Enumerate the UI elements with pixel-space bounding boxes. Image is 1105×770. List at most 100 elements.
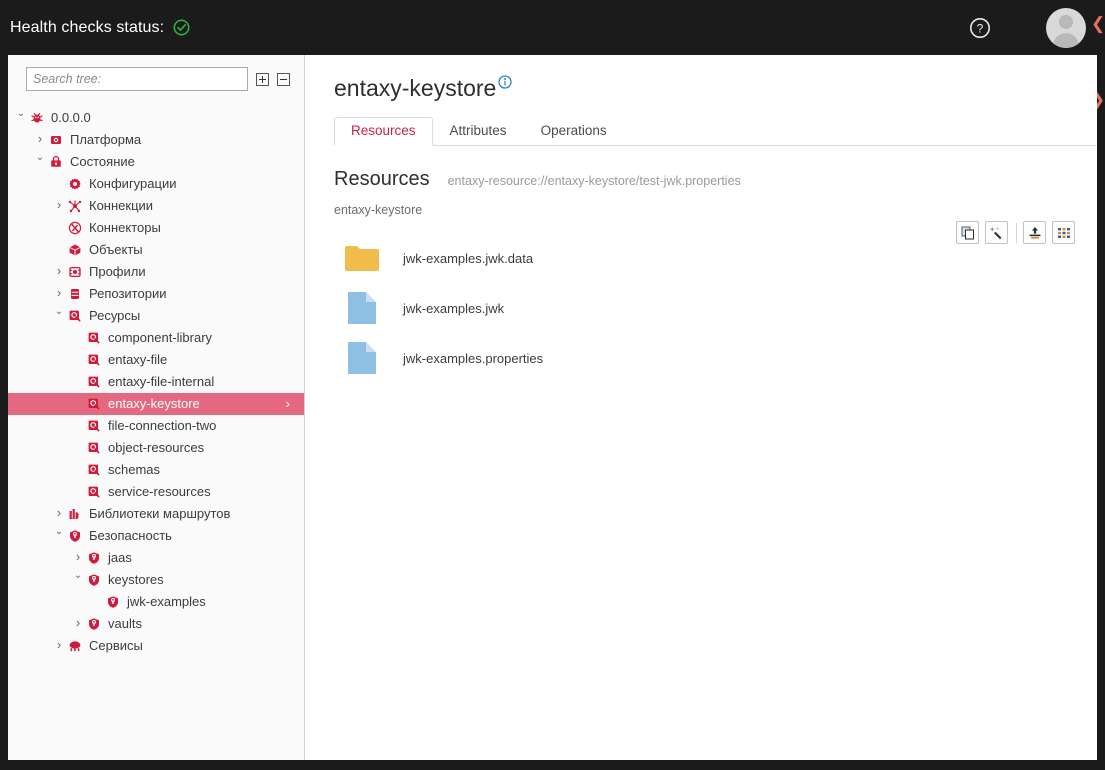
tree-item-репозитории[interactable]: Репозитории	[8, 283, 304, 305]
tree-item-библиотеки-маршрутов[interactable]: Библиотеки маршрутов	[8, 503, 304, 525]
tree-item-label: jaas	[108, 547, 132, 569]
chevron-right-icon[interactable]	[52, 282, 66, 306]
folder-icon	[342, 243, 382, 273]
tab-resources[interactable]: Resources	[334, 117, 433, 146]
tree-item-label: Коннекции	[89, 195, 153, 217]
copy-button[interactable]	[956, 221, 979, 244]
main-content: entaxy-keystore ResourcesAttributesOpera…	[306, 55, 1097, 760]
tree-item-expand-chevron-icon[interactable]: ›	[286, 393, 290, 415]
question-circle-icon[interactable]: ?	[969, 17, 991, 39]
avatar[interactable]	[1046, 8, 1086, 48]
search-row	[8, 55, 304, 91]
tree-item-сервисы[interactable]: Сервисы	[8, 635, 304, 657]
grid-view-button[interactable]	[1052, 221, 1075, 244]
tab-attributes[interactable]: Attributes	[433, 117, 524, 146]
resource-icon	[85, 375, 103, 389]
tree-item-профили[interactable]: Профили	[8, 261, 304, 283]
gear-icon	[66, 177, 84, 191]
chevron-right-icon[interactable]	[52, 260, 66, 284]
chevron-down-icon[interactable]	[52, 305, 66, 327]
tree-item-label: Состояние	[70, 151, 135, 173]
tree-item-label: Объекты	[89, 239, 143, 261]
tree-item-label: file-connection-two	[108, 415, 216, 437]
tree-item-label: service-resources	[108, 481, 211, 503]
sidebar: 0.0.0.0ПлатформаСостояниеКонфигурацииКон…	[8, 55, 305, 760]
tree-item-конфигурации[interactable]: Конфигурации	[8, 173, 304, 195]
file-icon	[342, 290, 382, 326]
tab-operations[interactable]: Operations	[524, 117, 624, 146]
chevron-right-icon[interactable]	[52, 634, 66, 658]
expand-all-button[interactable]	[256, 73, 269, 86]
shield-icon	[66, 529, 84, 543]
app-root: Health checks status: ? ❮ ▌ ❯	[0, 0, 1105, 770]
file-name: jwk-examples.jwk	[403, 301, 504, 316]
tree-item-объекты[interactable]: Объекты	[8, 239, 304, 261]
tree-item-label: Профили	[89, 261, 146, 283]
chevron-down-icon[interactable]	[14, 107, 28, 129]
resource-icon	[85, 397, 103, 411]
library-icon	[66, 507, 84, 521]
chevron-down-icon[interactable]	[71, 569, 85, 591]
tree-item-object-resources[interactable]: object-resources	[8, 437, 304, 459]
tree-item-file-connection-two[interactable]: file-connection-two	[8, 415, 304, 437]
resources-toolbar	[950, 221, 1075, 244]
tree-item-service-resources[interactable]: service-resources	[8, 481, 304, 503]
bug-icon	[28, 111, 46, 125]
magic-wand-icon	[990, 226, 1004, 240]
chevron-right-icon[interactable]	[52, 502, 66, 526]
collapse-all-button[interactable]	[277, 73, 290, 86]
left-edge-strip	[0, 55, 8, 760]
chevron-right-icon[interactable]	[33, 128, 47, 152]
services-icon	[66, 639, 84, 653]
upload-icon	[1028, 226, 1042, 240]
tree-item-jaas[interactable]: jaas	[8, 547, 304, 569]
tree-item-entaxy-file[interactable]: entaxy-file	[8, 349, 304, 371]
search-input[interactable]	[26, 67, 248, 91]
tree-item-label: keystores	[108, 569, 164, 591]
svg-text:?: ?	[977, 21, 984, 35]
tree-item-ресурсы[interactable]: Ресурсы	[8, 305, 304, 327]
chevron-right-icon[interactable]	[52, 194, 66, 218]
tree-item-vaults[interactable]: vaults	[8, 613, 304, 635]
tree-item-entaxy-file-internal[interactable]: entaxy-file-internal	[8, 371, 304, 393]
tree-item-коннекции[interactable]: Коннекции	[8, 195, 304, 217]
tree-item-schemas[interactable]: schemas	[8, 459, 304, 481]
resource-icon	[66, 309, 84, 323]
chevron-down-icon[interactable]	[52, 525, 66, 547]
chevron-down-icon[interactable]	[33, 151, 47, 173]
health-status-label: Health checks status:	[10, 19, 164, 37]
shield-icon	[104, 595, 122, 609]
file-icon	[342, 340, 382, 376]
toolbar-separator	[1016, 223, 1017, 243]
tree-item-jwk-examples[interactable]: jwk-examples	[8, 591, 304, 613]
tree-item-label: Платформа	[70, 129, 141, 151]
tree-item-component-library[interactable]: component-library	[8, 327, 304, 349]
tree-item-label: entaxy-keystore	[108, 393, 200, 415]
resource-icon	[85, 419, 103, 433]
tree-item-label: schemas	[108, 459, 160, 481]
file-row[interactable]: jwk-examples.jwk	[334, 283, 1097, 333]
shield-icon	[85, 617, 103, 631]
upload-button[interactable]	[1023, 221, 1046, 244]
copy-icon	[961, 226, 975, 240]
tree-item-label: entaxy-file-internal	[108, 371, 214, 393]
connections-icon	[66, 199, 84, 213]
database-icon	[66, 287, 84, 301]
chevron-right-icon[interactable]	[71, 546, 85, 570]
tree-item-label: vaults	[108, 613, 142, 635]
file-row[interactable]: jwk-examples.properties	[334, 333, 1097, 383]
resource-icon	[85, 353, 103, 367]
profiles-icon	[66, 265, 84, 279]
tree-item-keystores[interactable]: keystores	[8, 569, 304, 591]
state-icon	[47, 155, 65, 169]
tree-item-коннекторы[interactable]: Коннекторы	[8, 217, 304, 239]
tree-item-платформа[interactable]: Платформа	[8, 129, 304, 151]
tree-item-состояние[interactable]: Состояние	[8, 151, 304, 173]
tree-item-безопасность[interactable]: Безопасность	[8, 525, 304, 547]
tree-item-0-0-0-0[interactable]: 0.0.0.0	[8, 107, 304, 129]
magic-wand-button[interactable]	[985, 221, 1008, 244]
info-icon[interactable]	[498, 75, 512, 94]
tree-item-entaxy-keystore[interactable]: entaxy-keystore ›	[8, 393, 304, 415]
tree-item-label: 0.0.0.0	[51, 107, 91, 129]
chevron-right-icon[interactable]	[71, 612, 85, 636]
